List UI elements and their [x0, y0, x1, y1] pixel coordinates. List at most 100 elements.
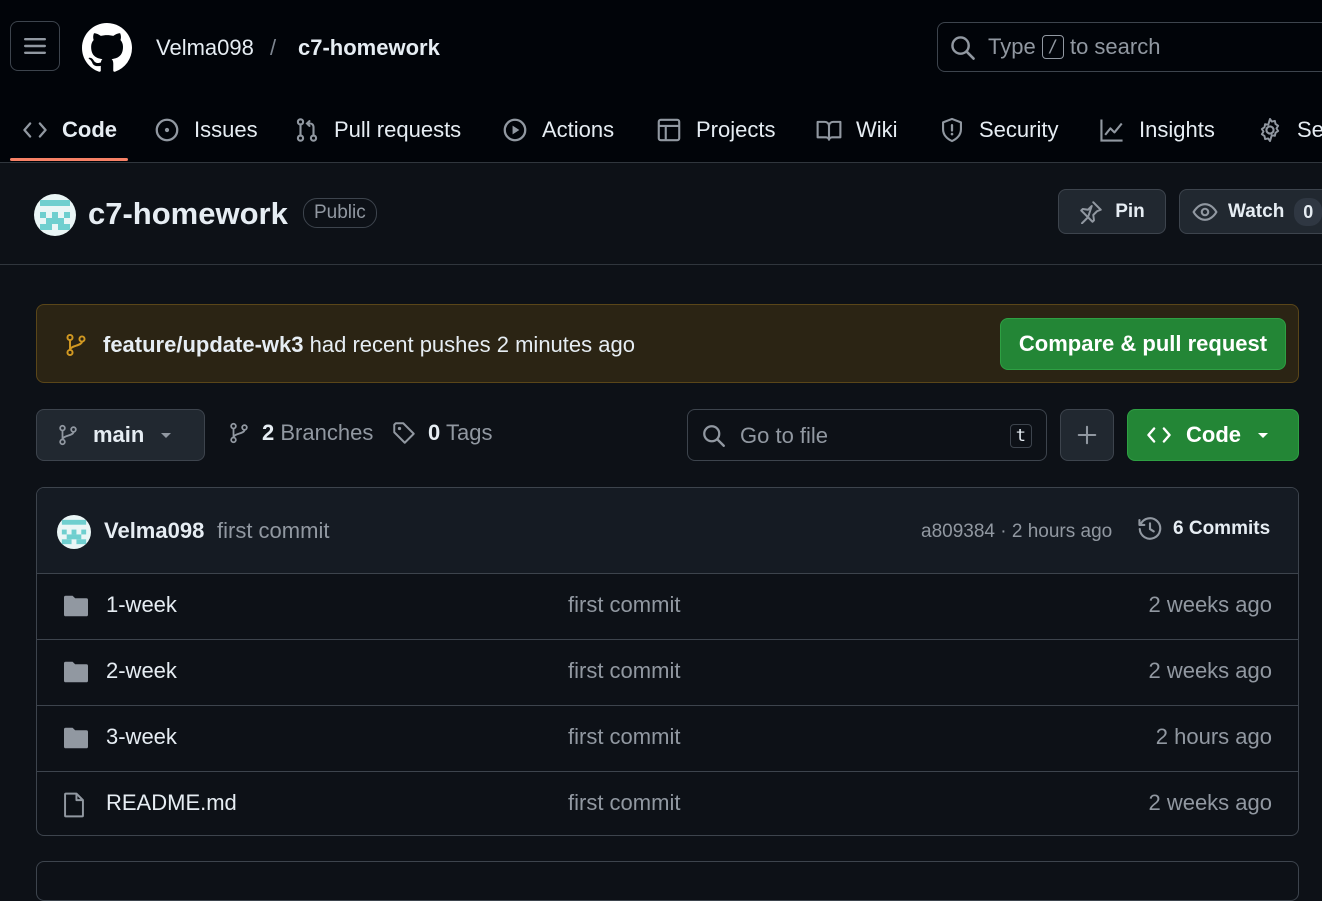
hamburger-icon: [24, 38, 46, 54]
avatar[interactable]: [57, 515, 91, 549]
breadcrumb-owner[interactable]: Velma098: [156, 34, 254, 62]
page-title[interactable]: c7-homework: [88, 194, 288, 234]
code-button-label: Code: [1186, 422, 1241, 447]
file-commit-message[interactable]: first commit: [568, 592, 680, 618]
tab-issues-label: Issues: [194, 117, 258, 142]
commit-author[interactable]: Velma098: [104, 518, 204, 544]
banner-branch-name[interactable]: feature/update-wk3: [103, 332, 304, 357]
tag-icon: [393, 422, 415, 444]
tags-label: Tags: [445, 420, 493, 445]
banner-text: had recent pushes 2 minutes ago: [309, 332, 635, 357]
table-row[interactable]: 3-week first commit 2 hours ago: [37, 705, 1298, 772]
tab-insights-label: Insights: [1139, 117, 1215, 142]
tab-actions[interactable]: Actions: [502, 100, 614, 160]
file-icon: [64, 792, 84, 818]
file-name[interactable]: 2-week: [106, 658, 177, 684]
repo-nav: Code Issues Pull requests Actions Projec…: [0, 100, 1322, 162]
tags-count: 0: [428, 420, 441, 445]
search-icon: [951, 36, 975, 60]
search-suffix: to search: [1069, 34, 1161, 59]
tab-pull-requests-label: Pull requests: [334, 117, 462, 142]
branch-icon: [59, 424, 77, 446]
global-header: Velma098 / c7-homework Type / to search …: [0, 0, 1322, 163]
search-icon: [703, 425, 725, 447]
search-prefix: Type: [988, 34, 1036, 59]
branch-selector[interactable]: main: [36, 409, 205, 461]
avatar[interactable]: [34, 194, 76, 236]
recent-push-banner: feature/update-wk3 had recent pushes 2 m…: [36, 304, 1299, 383]
branch-icon: [66, 333, 86, 357]
tab-pull-requests[interactable]: Pull requests: [294, 100, 461, 160]
menu-button[interactable]: [10, 21, 60, 71]
table-row[interactable]: 2-week first commit 2 weeks ago: [37, 639, 1298, 706]
file-commit-message[interactable]: first commit: [568, 724, 680, 750]
plus-icon: [1077, 425, 1097, 445]
pin-label: Pin: [1115, 200, 1145, 222]
pull-request-icon: [296, 118, 318, 142]
file-name[interactable]: README.md: [106, 790, 237, 816]
play-icon: [503, 118, 527, 142]
folder-icon: [64, 727, 88, 749]
commit-hash-time[interactable]: a809384 · 2 hours ago: [921, 521, 1112, 543]
active-tab-indicator: [10, 158, 128, 161]
breadcrumb-repo[interactable]: c7-homework: [298, 34, 440, 62]
go-to-file-placeholder: Go to file: [740, 423, 829, 448]
eye-icon: [1192, 202, 1218, 221]
tab-code[interactable]: Code: [22, 100, 117, 160]
tab-wiki[interactable]: Wiki: [816, 100, 898, 160]
search-shortcut-key: /: [1041, 35, 1064, 59]
breadcrumb-separator: /: [270, 35, 277, 60]
code-icon: [1147, 427, 1171, 443]
tab-settings-label: Settings: [1297, 117, 1322, 142]
file-time: 2 weeks ago: [1148, 790, 1272, 815]
issue-icon: [155, 118, 179, 142]
file-commit-message[interactable]: first commit: [568, 790, 680, 816]
tab-insights[interactable]: Insights: [1099, 100, 1215, 160]
branch-icon: [230, 422, 248, 444]
gear-icon: [1260, 117, 1280, 143]
tab-security[interactable]: Security: [939, 100, 1058, 160]
branches-link[interactable]: 2 Branches: [228, 420, 373, 446]
latest-commit-bar: Velma098 first commit a809384 · 2 hours …: [37, 488, 1298, 574]
tags-link[interactable]: 0 Tags: [392, 420, 492, 446]
graph-icon: [1100, 119, 1123, 142]
file-browser: Velma098 first commit a809384 · 2 hours …: [36, 487, 1299, 836]
watch-button[interactable]: Watch 0: [1179, 189, 1322, 234]
file-name[interactable]: 3-week: [106, 724, 177, 750]
folder-icon: [64, 661, 88, 683]
branch-name: main: [93, 422, 145, 447]
table-row[interactable]: 1-week first commit 2 weeks ago: [37, 573, 1298, 640]
tab-issues[interactable]: Issues: [154, 100, 258, 160]
table-row[interactable]: README.md first commit 2 weeks ago: [37, 771, 1298, 835]
commits-link[interactable]: 6 Commits: [1137, 516, 1270, 542]
global-search-input[interactable]: Type / to search: [937, 22, 1322, 72]
branches-label: Branches: [280, 420, 374, 445]
pin-icon: [1080, 200, 1102, 224]
tab-projects[interactable]: Projects: [656, 100, 775, 160]
commits-count-label: 6 Commits: [1173, 518, 1271, 539]
readme-box: [36, 861, 1299, 901]
file-commit-message[interactable]: first commit: [568, 658, 680, 684]
search-placeholder: Type / to search: [988, 34, 1160, 60]
compare-pull-request-button[interactable]: Compare & pull request: [1000, 318, 1286, 370]
shield-icon: [942, 117, 962, 143]
file-time: 2 weeks ago: [1148, 658, 1272, 683]
banner-message: feature/update-wk3 had recent pushes 2 m…: [103, 331, 635, 359]
tab-settings[interactable]: Settings: [1257, 100, 1322, 160]
add-file-button[interactable]: [1060, 409, 1114, 461]
branches-count: 2: [262, 420, 275, 445]
book-icon: [816, 120, 842, 141]
watch-count: 0: [1294, 197, 1322, 226]
chevron-down-icon: [1258, 433, 1268, 438]
github-logo-icon[interactable]: [82, 23, 132, 73]
code-button[interactable]: Code: [1127, 409, 1299, 461]
file-name[interactable]: 1-week: [106, 592, 177, 618]
pin-button[interactable]: Pin: [1058, 189, 1166, 234]
chevron-down-icon: [161, 433, 172, 438]
visibility-badge: Public: [303, 198, 377, 228]
file-time: 2 hours ago: [1155, 724, 1272, 749]
commit-message[interactable]: first commit: [217, 518, 329, 544]
table-icon: [657, 118, 681, 142]
tab-code-label: Code: [62, 117, 117, 142]
go-to-file-input[interactable]: Go to file t: [687, 409, 1047, 461]
